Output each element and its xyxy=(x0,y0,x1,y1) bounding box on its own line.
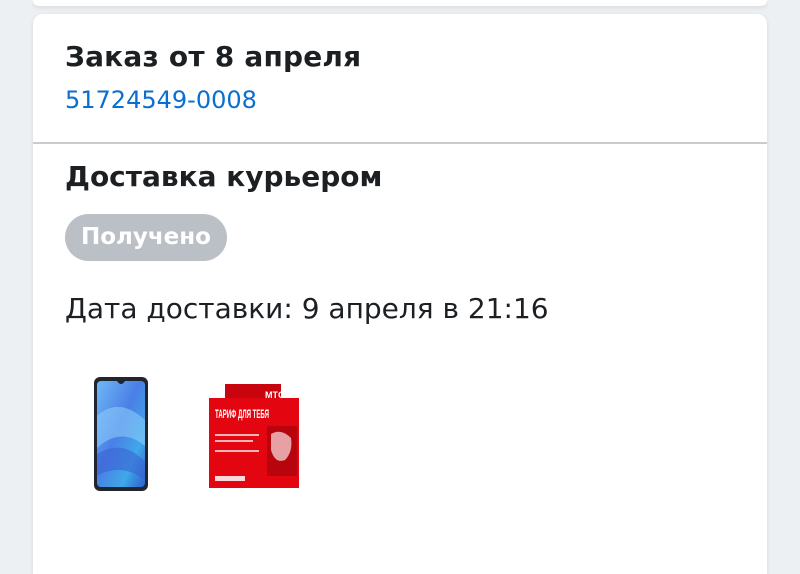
sim-pack-label: ТАРИФ ДЛЯ ТЕБЯ xyxy=(215,407,269,421)
status-badge: Получено xyxy=(65,214,227,261)
product-phone-thumbnail[interactable] xyxy=(93,376,151,492)
previous-card-edge xyxy=(33,0,767,6)
sim-card-pack-image: МТС ТАРИФ ДЛЯ ТЕБЯ xyxy=(209,384,299,488)
order-card: Заказ от 8 апреля 51724549-0008 Доставка… xyxy=(33,14,767,574)
product-sim-pack-thumbnail[interactable]: МТС ТАРИФ ДЛЯ ТЕБЯ xyxy=(205,384,305,490)
phone-image xyxy=(94,377,148,491)
order-number-link[interactable]: 51724549-0008 xyxy=(65,86,257,114)
order-title: Заказ от 8 апреля xyxy=(65,40,362,73)
delivery-method-title: Доставка курьером xyxy=(65,160,383,193)
sim-brand-label: МТС xyxy=(265,390,285,400)
delivery-date: Дата доставки: 9 апреля в 21:16 xyxy=(65,292,549,325)
divider xyxy=(33,142,767,144)
